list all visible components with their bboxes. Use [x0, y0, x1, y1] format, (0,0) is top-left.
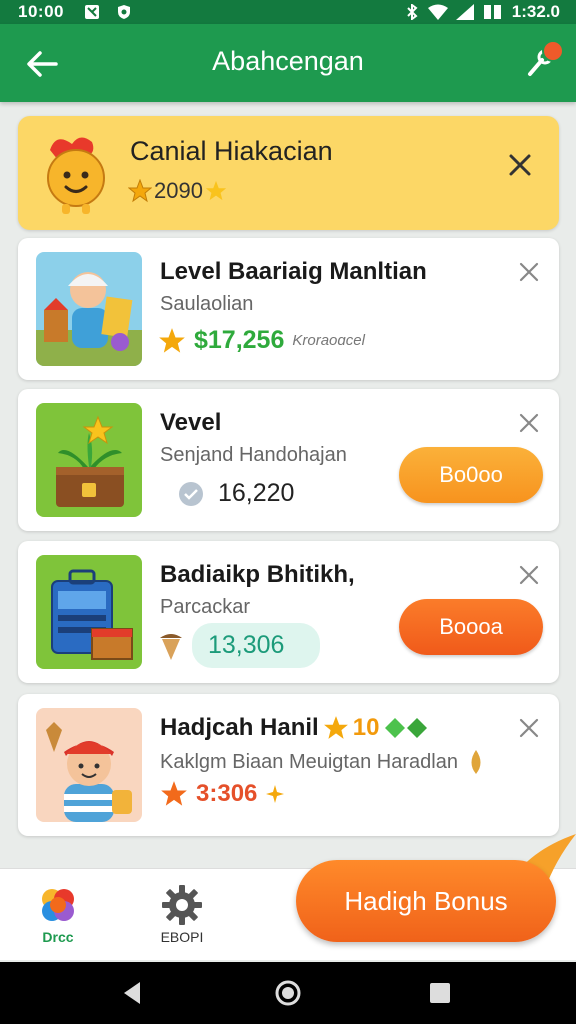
mascot-icon	[47, 137, 105, 214]
nav-item-home[interactable]: Drcc	[18, 883, 98, 945]
claim-button[interactable]: Bo0oo	[399, 447, 543, 503]
star-icon	[323, 716, 348, 739]
card-amount: 13,306	[208, 631, 285, 659]
card-price-row: 3:306	[160, 780, 285, 808]
wifi-icon	[427, 4, 448, 20]
offer-card[interactable]: Badiaikp Bhitikh, Parcackar 13,306 Boooa	[18, 541, 559, 683]
close-icon[interactable]	[517, 260, 541, 284]
status-battery-text: 1:32.0	[511, 2, 560, 21]
gems-icon	[385, 718, 428, 738]
card-subtitle-text: Kaklgm Biaan Meuigtan Haradlan	[160, 750, 458, 773]
nav-item-settings[interactable]: EBOPI	[142, 883, 222, 945]
acorn-icon	[160, 633, 182, 660]
card-amount: 16,220	[218, 479, 295, 507]
card-price-row: $17,256 Kroraoɑcel	[158, 326, 365, 355]
check-badge-icon	[179, 481, 203, 506]
star-icon	[159, 327, 185, 353]
suitcase-illustration	[36, 555, 142, 669]
amount-pill: 13,306	[192, 623, 320, 668]
app-bar: Abahcengan	[0, 24, 576, 102]
card-subtitle: Kaklgm Biaan Meuigtan Haradlan	[160, 749, 486, 775]
card-note: Kroraoɑcel	[292, 332, 365, 349]
banner-title: Canial Hiakacian	[130, 136, 333, 166]
bluetooth-icon	[407, 4, 418, 20]
card-subtitle: Parcackar	[160, 596, 251, 618]
status-bar: 10:00 1:32.0	[0, 0, 576, 24]
boy-waffle-illustration	[36, 708, 142, 822]
card-title: Level Baariaig Manltian	[160, 258, 427, 285]
nav-label: EBOPI	[160, 929, 204, 945]
card-amount: $17,256	[194, 326, 285, 354]
notification-badge	[542, 40, 564, 62]
drop-icon	[471, 750, 481, 774]
back-triangle-icon[interactable]	[118, 979, 146, 1007]
card-amount: 3:306	[196, 780, 258, 807]
system-nav-bar	[0, 962, 576, 1024]
status-right: 1:32.0	[404, 2, 560, 22]
card-title-text: Hadjcah Hanil	[160, 714, 319, 741]
banner-score-value: 2090	[154, 178, 203, 203]
close-icon[interactable]	[505, 150, 535, 180]
star-icon	[205, 180, 227, 201]
home-circle-icon[interactable]	[274, 979, 302, 1007]
boy-gifts-illustration	[36, 252, 142, 366]
claim-button[interactable]: Boooa	[399, 599, 543, 655]
card-value-row: 16,220	[178, 479, 294, 508]
card-title: Vevel	[160, 409, 222, 436]
card-value-row: 13,306	[158, 623, 320, 668]
offer-card[interactable]: Hadjcah Hanil 10 Kaklgm Biaan Meuigtan H…	[18, 694, 559, 836]
close-icon[interactable]	[517, 563, 541, 587]
bonus-button[interactable]: Hadigh Bonus	[296, 860, 556, 942]
card-title: Badiaikp Bhitikh,	[160, 561, 355, 588]
plant-pot-illustration	[36, 403, 142, 517]
card-title-badge: 10	[352, 714, 380, 741]
status-time: 10:00	[18, 2, 64, 21]
banner-score: 2090	[128, 178, 227, 204]
page-title: Abahcengan	[212, 46, 364, 76]
notification-icon	[85, 5, 99, 19]
close-icon[interactable]	[517, 411, 541, 435]
gear-icon	[162, 885, 202, 925]
offer-card[interactable]: Vevel Senjand Handohajan 16,220 Bo0oo	[18, 389, 559, 531]
shield-icon	[118, 5, 130, 19]
offer-card[interactable]: Level Baariaig Manltian Saulaolian $17,2…	[18, 238, 559, 380]
card-title: Hadjcah Hanil 10	[160, 714, 429, 742]
recents-square-icon[interactable]	[426, 979, 454, 1007]
battery-icon	[483, 5, 501, 19]
nav-label: Drcc	[42, 929, 74, 945]
signal-icon	[455, 4, 474, 20]
promo-banner[interactable]: Canial Hiakacian 2090	[18, 116, 559, 230]
card-subtitle: Senjand Handohajan	[160, 444, 347, 466]
close-icon[interactable]	[517, 716, 541, 740]
colorful-blob-icon	[42, 889, 74, 921]
star-icon	[161, 781, 187, 806]
star-icon	[128, 179, 152, 203]
card-subtitle: Saulaolian	[160, 293, 254, 315]
sparkle-icon	[266, 785, 285, 803]
